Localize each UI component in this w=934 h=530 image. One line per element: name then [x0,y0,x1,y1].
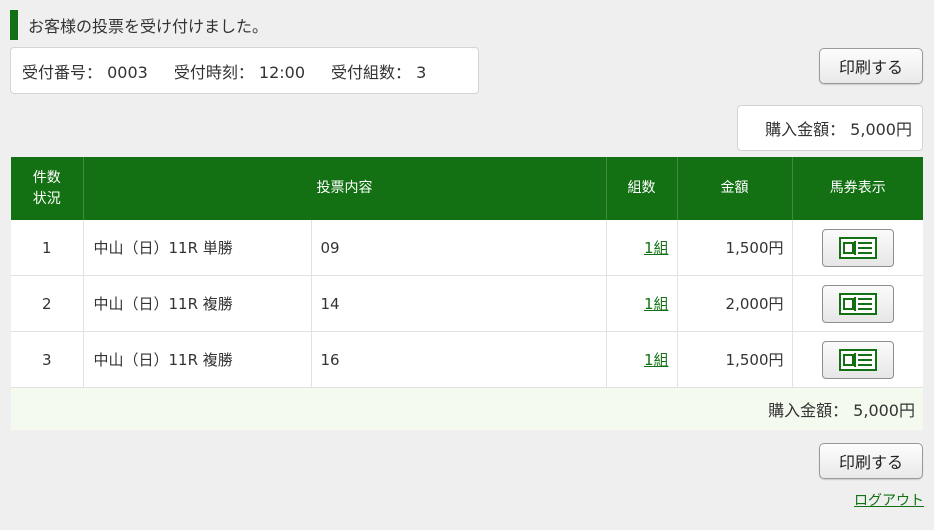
row-ticket-cell [792,220,923,276]
receipt-time: 受付時刻： 12:00 [173,62,306,82]
table-row: 3 中山（日）11R 複勝 16 1組 1,500円 [11,331,923,388]
header-amount: 金額 [677,157,793,220]
row-race: 中山（日）11R 複勝 [83,275,312,332]
table-total-label: 購入金額： 5,000円 [11,387,923,430]
group-count-link[interactable]: 1組 [644,239,669,257]
header-ticket: 馬券表示 [792,157,923,220]
table-row: 1 中山（日）11R 単勝 09 1組 1,500円 [11,220,923,276]
table-row: 2 中山（日）11R 複勝 14 1組 2,000円 [11,275,923,332]
row-ticket-cell [792,331,923,388]
receipt-info-box: 受付番号： 0003 受付時刻： 12:00 受付組数： 3 [10,47,479,94]
header-group-count: 組数 [606,157,678,220]
row-race: 中山（日）11R 単勝 [83,220,312,276]
ticket-view-icon [838,348,877,371]
receipt-number: 受付番号： 0003 [22,62,148,82]
print-button-top[interactable]: 印刷する [819,48,923,84]
ticket-view-button[interactable] [821,228,894,267]
header-count-status: 件数 状況 [11,157,84,220]
row-group-count-cell: 1組 [606,220,678,276]
purchase-total-label: 購入金額： 5,000円 [765,120,912,139]
ticket-view-button[interactable] [821,284,894,323]
notice-text: お客様の投票を受け付けました。 [28,17,269,36]
row-ticket-cell [792,275,923,332]
row-amount: 1,500円 [677,220,793,276]
ticket-view-icon [838,292,877,315]
notice-banner: お客様の投票を受け付けました。 [10,10,268,40]
vote-table-header: 件数 状況 投票内容 組数 金額 馬券表示 [11,157,923,220]
ticket-view-button[interactable] [821,340,894,379]
row-amount: 1,500円 [677,331,793,388]
ticket-view-icon [838,236,877,259]
vote-table: 件数 状況 投票内容 組数 金額 馬券表示 1 中山（日）11R 単勝 09 1… [11,157,923,430]
row-group-count-cell: 1組 [606,331,678,388]
header-status: 状況 [32,190,61,207]
row-number: 1 [11,220,84,276]
print-button-bottom[interactable]: 印刷する [819,443,923,479]
row-amount: 2,000円 [677,275,793,332]
row-group-count-cell: 1組 [606,275,678,332]
row-combination: 14 [311,275,607,332]
row-combination: 16 [311,331,607,388]
purchase-total-box: 購入金額： 5,000円 [737,105,923,151]
row-number: 2 [11,275,84,332]
group-count-link[interactable]: 1組 [644,351,669,369]
header-count: 件数 [32,169,61,186]
row-race: 中山（日）11R 複勝 [83,331,312,388]
group-count-link[interactable]: 1組 [644,295,669,313]
receipt-groups: 受付組数： 3 [331,62,427,82]
logout-link[interactable]: ログアウト [854,490,924,510]
row-number: 3 [11,331,84,388]
row-combination: 09 [311,220,607,276]
table-total-row: 購入金額： 5,000円 [11,387,923,430]
notice-accent-bar [10,10,18,40]
header-content: 投票内容 [83,157,607,220]
